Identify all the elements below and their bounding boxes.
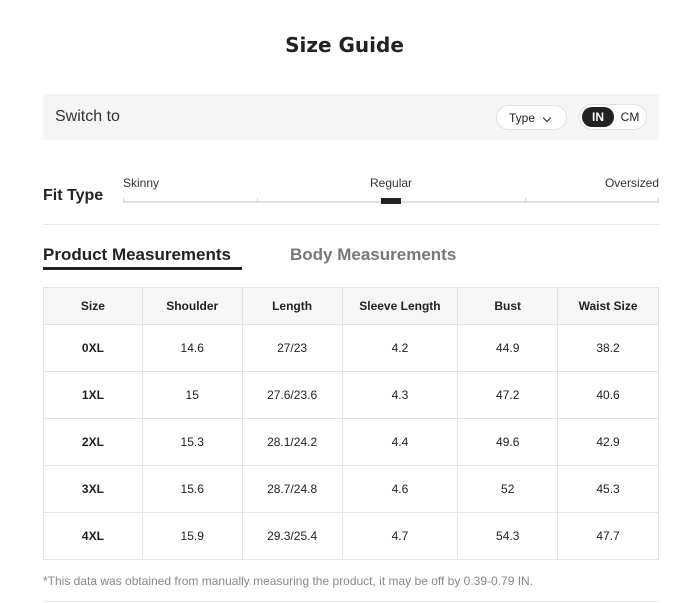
table-cell: 28.7/24.8 bbox=[241, 465, 343, 513]
active-tab-underline bbox=[43, 267, 242, 270]
unit-cm-button[interactable]: CM bbox=[616, 107, 644, 127]
measurement-disclaimer: *This data was obtained from manually me… bbox=[43, 574, 534, 588]
size-table: Size Shoulder Length Sleeve Length Bust … bbox=[43, 287, 659, 560]
table-cell: 54.3 bbox=[457, 512, 559, 560]
type-dropdown-label: Type bbox=[509, 111, 536, 125]
table-cell: 47.2 bbox=[457, 371, 559, 419]
page-title: Size Guide bbox=[285, 33, 404, 57]
column-header-sleeve-length: Sleeve Length bbox=[341, 287, 459, 325]
column-header-shoulder: Shoulder bbox=[141, 287, 243, 325]
divider bbox=[43, 601, 659, 602]
type-dropdown[interactable]: Type bbox=[496, 105, 567, 130]
fit-scale-tick bbox=[123, 198, 124, 203]
unit-toggle: IN CM bbox=[579, 104, 647, 130]
table-cell: 52 bbox=[457, 465, 559, 513]
table-cell: 40.6 bbox=[557, 371, 659, 419]
tab-body-measurements[interactable]: Body Measurements bbox=[290, 245, 456, 265]
table-cell: 29.3/25.4 bbox=[241, 512, 343, 560]
table-cell: 47.7 bbox=[557, 512, 659, 560]
table-row: 3XL 15.6 28.7/24.8 4.6 52 45.3 bbox=[43, 465, 659, 513]
table-cell: 15.6 bbox=[141, 465, 243, 513]
fit-scale-tick bbox=[257, 198, 258, 203]
fit-scale-marker bbox=[381, 198, 401, 204]
switch-bar: Switch to Type IN CM bbox=[43, 94, 659, 140]
fit-option-regular[interactable]: Regular bbox=[370, 176, 412, 190]
column-header-waist-size: Waist Size bbox=[557, 287, 659, 325]
size-cell: 1XL bbox=[43, 371, 143, 419]
tab-product-measurements[interactable]: Product Measurements bbox=[43, 245, 231, 265]
switch-label: Switch to bbox=[55, 108, 120, 125]
table-row: 2XL 15.3 28.1/24.2 4.4 49.6 42.9 bbox=[43, 418, 659, 466]
fit-scale-tick bbox=[525, 198, 526, 203]
table-cell: 4.2 bbox=[341, 324, 459, 372]
size-cell: 2XL bbox=[43, 418, 143, 466]
table-cell: 4.7 bbox=[341, 512, 459, 560]
fit-option-skinny[interactable]: Skinny bbox=[123, 176, 159, 190]
table-row: 0XL 14.6 27/23 4.2 44.9 38.2 bbox=[43, 324, 659, 372]
table-cell: 4.3 bbox=[341, 371, 459, 419]
table-cell: 27/23 bbox=[241, 324, 343, 372]
chevron-down-icon bbox=[542, 113, 552, 123]
size-cell: 4XL bbox=[43, 512, 143, 560]
size-cell: 0XL bbox=[43, 324, 143, 372]
column-header-length: Length bbox=[241, 287, 343, 325]
column-header-bust: Bust bbox=[457, 287, 559, 325]
table-header-row: Size Shoulder Length Sleeve Length Bust … bbox=[43, 287, 659, 325]
unit-in-button[interactable]: IN bbox=[582, 107, 614, 127]
table-cell: 38.2 bbox=[557, 324, 659, 372]
table-cell: 15 bbox=[141, 371, 243, 419]
size-cell: 3XL bbox=[43, 465, 143, 513]
table-cell: 14.6 bbox=[141, 324, 243, 372]
table-cell: 45.3 bbox=[557, 465, 659, 513]
table-cell: 42.9 bbox=[557, 418, 659, 466]
divider bbox=[43, 224, 659, 225]
column-header-size: Size bbox=[43, 287, 143, 325]
table-cell: 49.6 bbox=[457, 418, 559, 466]
table-cell: 15.3 bbox=[141, 418, 243, 466]
fit-option-oversized[interactable]: Oversized bbox=[605, 176, 659, 190]
fit-scale-tick bbox=[658, 198, 659, 203]
table-row: 1XL 15 27.6/23.6 4.3 47.2 40.6 bbox=[43, 371, 659, 419]
table-cell: 4.6 bbox=[341, 465, 459, 513]
table-cell: 15.9 bbox=[141, 512, 243, 560]
fit-type-label: Fit Type bbox=[43, 187, 104, 204]
table-row: 4XL 15.9 29.3/25.4 4.7 54.3 47.7 bbox=[43, 512, 659, 560]
table-cell: 28.1/24.2 bbox=[241, 418, 343, 466]
table-cell: 44.9 bbox=[457, 324, 559, 372]
table-cell: 4.4 bbox=[341, 418, 459, 466]
table-cell: 27.6/23.6 bbox=[241, 371, 343, 419]
